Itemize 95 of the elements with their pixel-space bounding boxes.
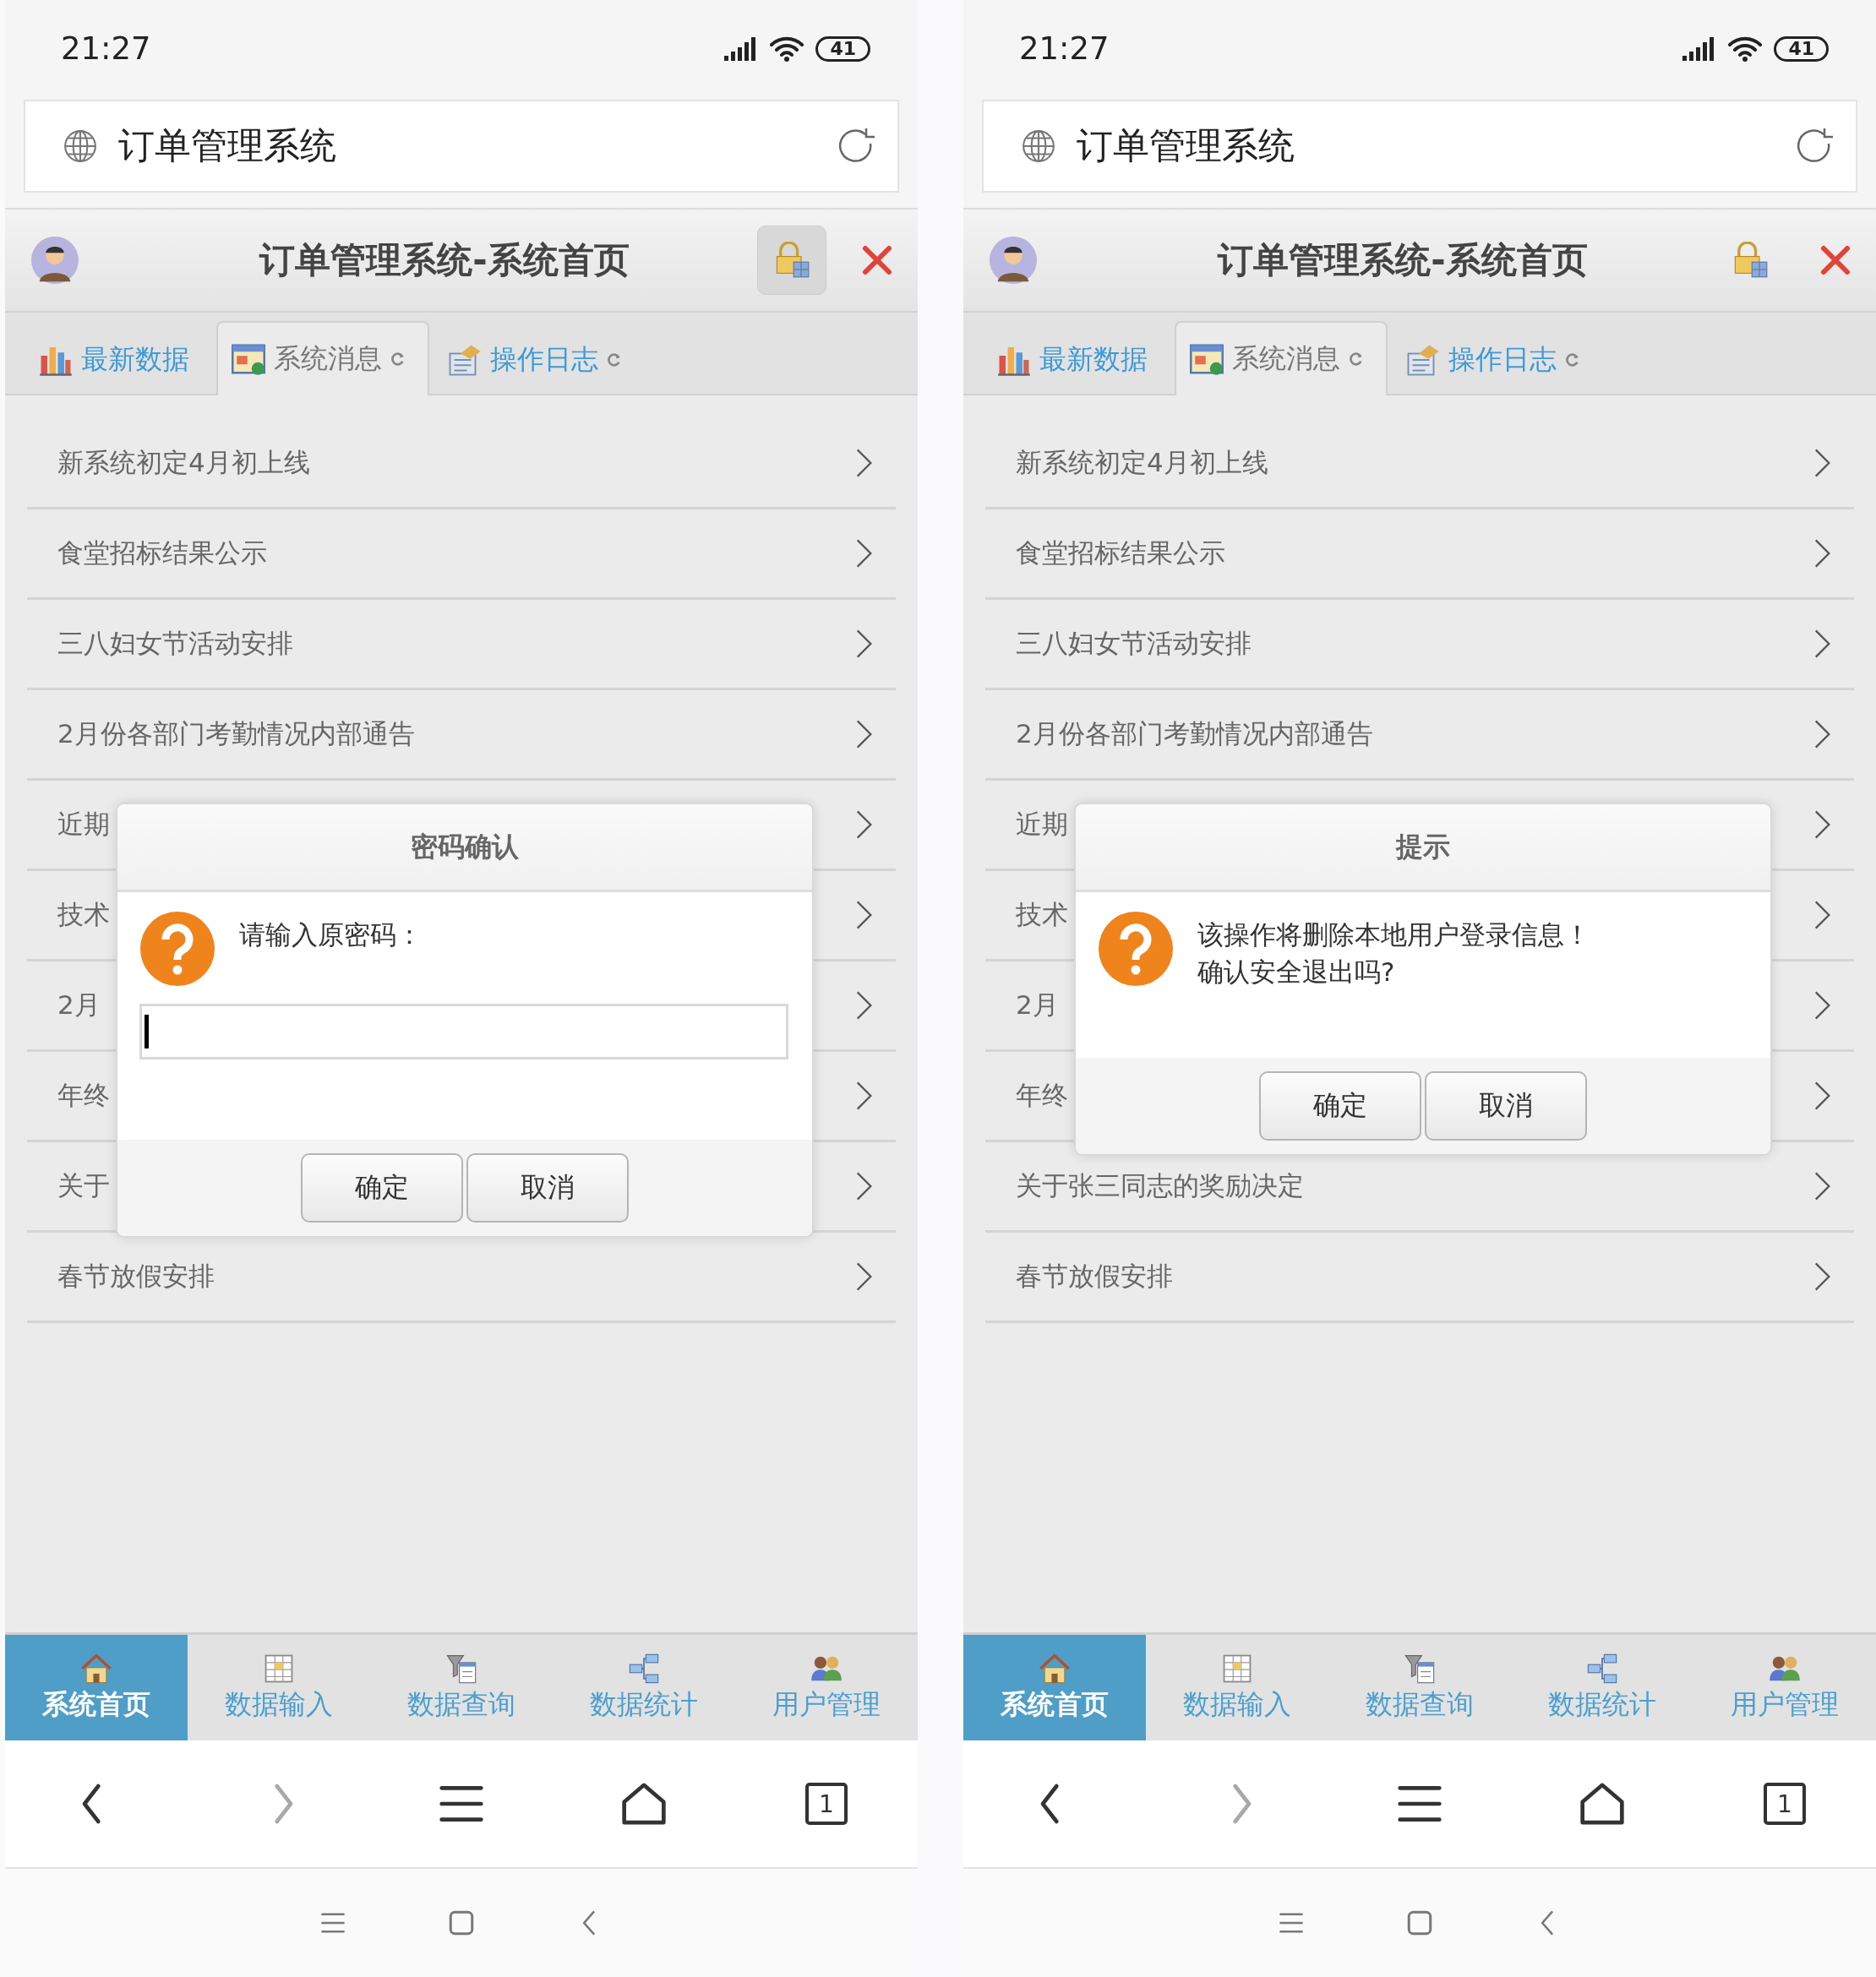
chevron-icon xyxy=(855,989,874,1021)
chevron-icon xyxy=(855,1080,874,1112)
clock: 21:27 xyxy=(61,30,151,67)
dialog-message: 该操作将删除本地用户登录信息！ 确认安全退出吗? xyxy=(1197,918,1590,988)
chevron-icon xyxy=(1813,1080,1832,1112)
message-title: 技术 xyxy=(57,898,110,931)
battery-indicator: 41 xyxy=(815,35,870,62)
chevron-icon xyxy=(1813,1261,1832,1293)
wifi-icon xyxy=(770,35,804,63)
square-icon[interactable] xyxy=(1405,1909,1434,1937)
dialog-message: 请输入原密码： xyxy=(239,918,423,951)
document-icon xyxy=(1406,343,1440,377)
tab[interactable]: 系统消息 xyxy=(1175,321,1388,395)
message-item[interactable]: 新系统初定4月初上线 xyxy=(27,419,896,509)
message-title: 2月 xyxy=(57,988,101,1021)
window-icon xyxy=(232,342,265,376)
chevron-icon xyxy=(1813,718,1832,750)
nav-item[interactable]: 系统首页 xyxy=(963,1635,1146,1740)
chevron-icon xyxy=(1813,1170,1832,1202)
close-icon[interactable] xyxy=(1819,243,1852,277)
message-title: 食堂招标结果公示 xyxy=(1016,536,1225,569)
chevron-icon xyxy=(1813,537,1832,569)
dialog-title: 密码确认 xyxy=(117,804,812,892)
document-icon xyxy=(448,343,482,377)
chevron-icon xyxy=(855,447,874,479)
message-item[interactable]: 新系统初定4月初上线 xyxy=(985,419,1854,509)
tab[interactable]: 系统消息 xyxy=(216,321,429,395)
chevron-icon xyxy=(1813,628,1832,660)
chevron-icon xyxy=(855,809,874,841)
chevron-icon xyxy=(855,537,874,569)
message-title: 年终 xyxy=(1016,1079,1068,1112)
message-title: 关于张三同志的奖励决定 xyxy=(1016,1169,1304,1202)
message-title: 近期 xyxy=(1016,808,1068,841)
dialog-button[interactable]: 确定 xyxy=(1259,1071,1421,1141)
message-title: 三八妇女节活动安排 xyxy=(57,627,293,660)
message-title: 新系统初定4月初上线 xyxy=(57,446,310,479)
question-icon xyxy=(139,911,215,987)
address-bar[interactable]: 订单管理系统 xyxy=(982,100,1857,193)
message-title: 2月 xyxy=(1016,988,1059,1021)
message-item[interactable]: 食堂招标结果公示 xyxy=(27,509,896,600)
diagram-icon xyxy=(1586,1652,1618,1685)
message-item[interactable]: 三八妇女节活动安排 xyxy=(27,600,896,690)
house-icon xyxy=(80,1652,112,1685)
tabs-button[interactable]: 1 xyxy=(1764,1783,1806,1825)
message-title: 近期 xyxy=(57,808,110,841)
chevron-icon xyxy=(1813,899,1832,931)
dialog-button[interactable]: 确定 xyxy=(301,1153,463,1223)
nav-item[interactable]: 系统首页 xyxy=(5,1635,188,1740)
chevron-icon xyxy=(1813,989,1832,1021)
message-title: 新系统初定4月初上线 xyxy=(1016,446,1268,479)
message-item[interactable]: 三八妇女节活动安排 xyxy=(985,600,1854,690)
message-title: 技术 xyxy=(1016,898,1068,931)
message-item[interactable]: 春节放假安排 xyxy=(985,1233,1854,1323)
close-icon[interactable] xyxy=(860,243,894,277)
dialog-button[interactable]: 取消 xyxy=(466,1153,629,1223)
globe-icon xyxy=(63,128,98,164)
message-title: 关于 xyxy=(57,1169,110,1202)
clock: 21:27 xyxy=(1019,30,1110,67)
app-title: 订单管理系统-系统首页 xyxy=(258,238,630,282)
message-title: 食堂招标结果公示 xyxy=(57,536,267,569)
page-title: 订单管理系统 xyxy=(118,123,336,168)
chevron-icon xyxy=(855,1261,874,1293)
message-item[interactable]: 2月份各部门考勤情况内部通告 xyxy=(985,690,1854,781)
question-icon xyxy=(1098,911,1174,987)
message-title: 春节放假安排 xyxy=(1016,1260,1173,1293)
chevron-icon xyxy=(855,628,874,660)
password-field[interactable] xyxy=(139,1004,788,1059)
chevron-icon xyxy=(855,1170,874,1202)
message-title: 春节放假安排 xyxy=(57,1260,215,1293)
chevron-icon xyxy=(1813,809,1832,841)
message-title: 2月份各部门考勤情况内部通告 xyxy=(57,717,415,750)
dialog-button[interactable]: 取消 xyxy=(1425,1071,1587,1141)
globe-icon xyxy=(1021,128,1056,164)
message-title: 年终 xyxy=(57,1079,110,1112)
window-icon xyxy=(1190,342,1224,376)
avatar-icon xyxy=(989,236,1038,285)
tabs-button[interactable]: 1 xyxy=(805,1783,848,1825)
message-title: 三八妇女节活动安排 xyxy=(1016,627,1252,660)
battery-indicator: 41 xyxy=(1774,35,1829,62)
chevron-icon xyxy=(1813,447,1832,479)
chevron-icon xyxy=(855,899,874,931)
house-icon xyxy=(1039,1652,1071,1685)
message-item[interactable]: 食堂招标结果公示 xyxy=(985,509,1854,600)
message-title: 2月份各部门考勤情况内部通告 xyxy=(1016,717,1373,750)
chevron-icon xyxy=(855,718,874,750)
app-title: 订单管理系统-系统首页 xyxy=(1216,238,1589,282)
avatar-icon xyxy=(30,236,79,285)
address-bar[interactable]: 订单管理系统 xyxy=(24,100,899,193)
message-item[interactable]: 2月份各部门考勤情况内部通告 xyxy=(27,690,896,781)
wifi-icon xyxy=(1728,35,1763,63)
square-icon[interactable] xyxy=(447,1909,476,1937)
lock-button[interactable] xyxy=(757,226,826,295)
page-title: 订单管理系统 xyxy=(1077,123,1295,168)
dialog-title: 提示 xyxy=(1076,804,1770,892)
diagram-icon xyxy=(628,1652,660,1685)
